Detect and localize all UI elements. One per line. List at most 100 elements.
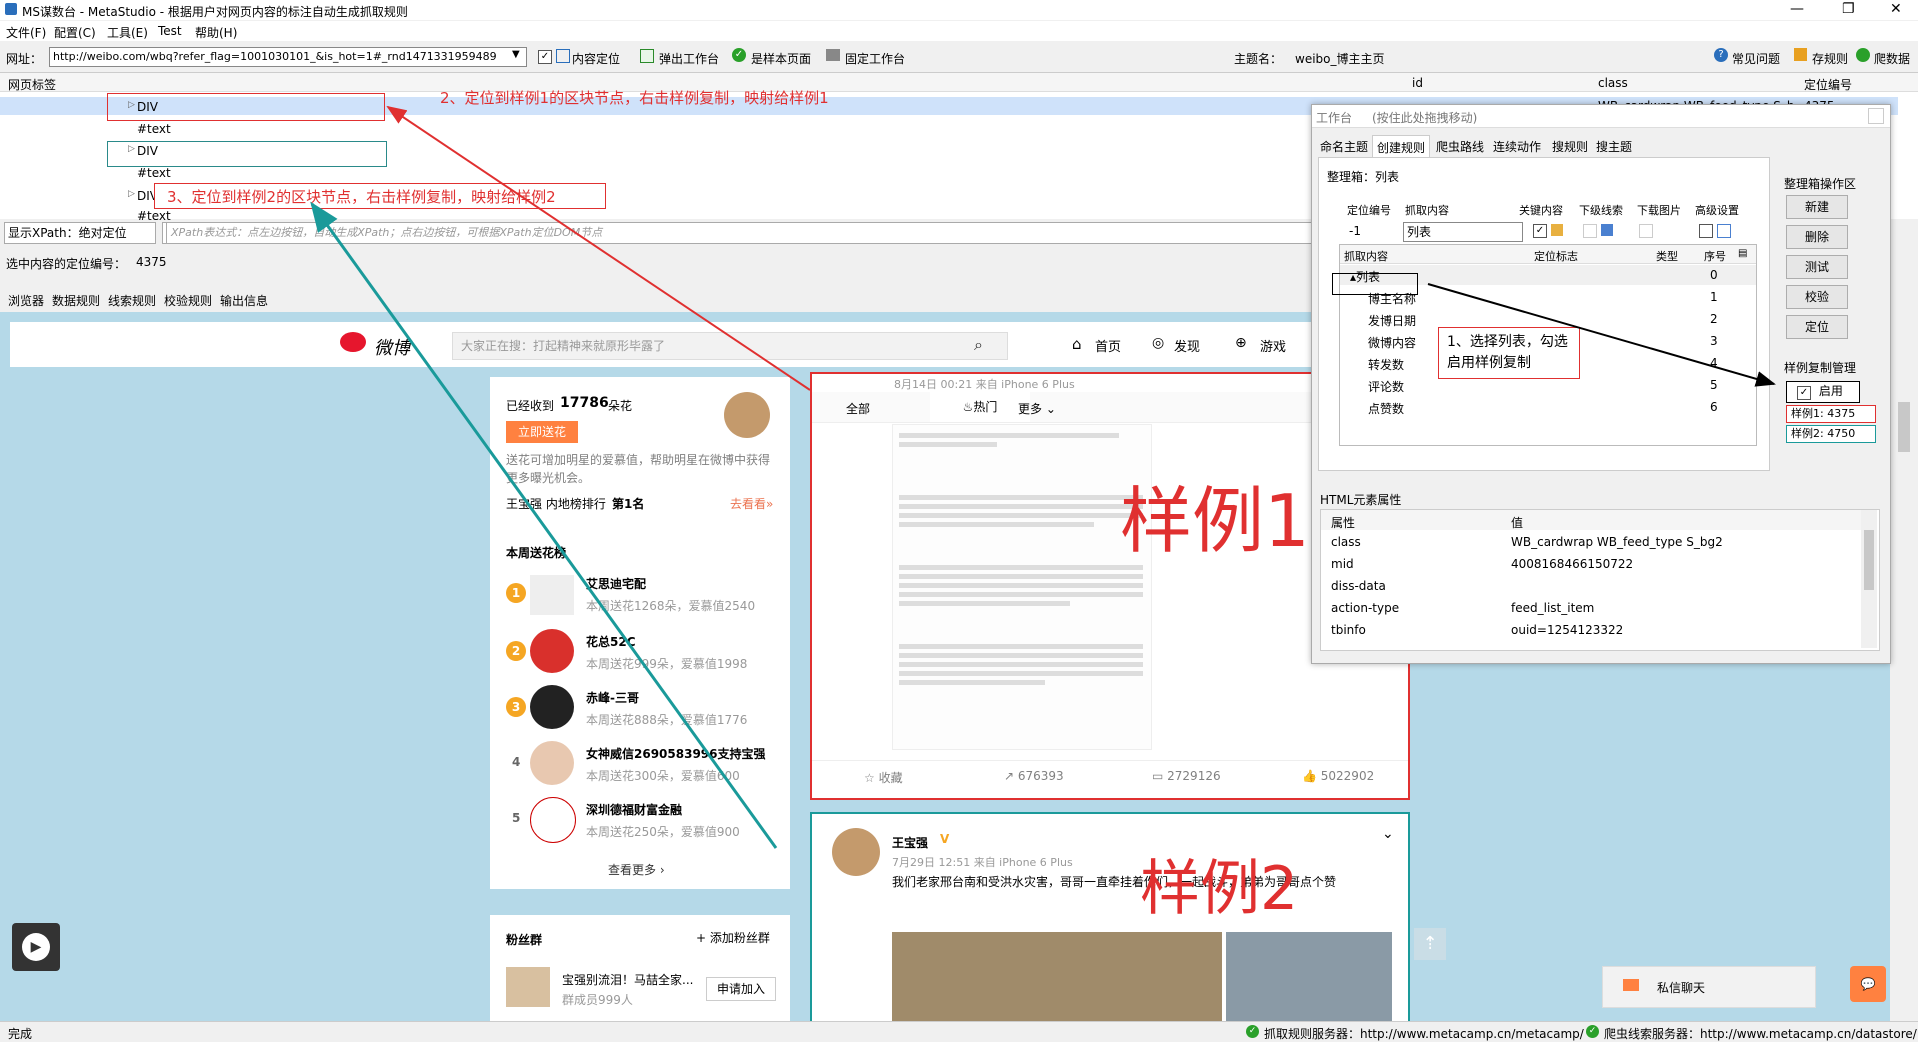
verify-button[interactable]: 校验	[1786, 285, 1848, 309]
url-input[interactable]: http://weibo.com/wbq?refer_flag=10010301…	[49, 47, 527, 67]
faq-button[interactable]: 常见问题	[1732, 50, 1780, 67]
sub-clue-icon[interactable]	[1601, 224, 1613, 236]
sample2-field[interactable]: 样例2: 4750	[1786, 425, 1876, 443]
tab-hot[interactable]: ♨热门	[930, 392, 1030, 422]
enable-checkbox[interactable]: ✓	[1797, 386, 1811, 400]
table-row[interactable]: class WB_cardwrap WB_feed_type S_bg2	[1321, 532, 1861, 552]
workbench-title-bar[interactable]: 工作台 (按住此处拖拽移动)	[1312, 105, 1890, 128]
crawl-data-button[interactable]: 爬数据	[1874, 50, 1910, 67]
chevron-down-icon[interactable]: ⌄	[1382, 826, 1394, 842]
test-button[interactable]: 测试	[1786, 255, 1848, 279]
nav-game[interactable]: 游戏	[1260, 336, 1286, 355]
table-menu-icon[interactable]: ▤	[1738, 248, 1747, 259]
giver-name[interactable]: 赤峰-三哥	[586, 689, 639, 706]
tab-output[interactable]: 输出信息	[216, 292, 272, 309]
enable-sample-copy[interactable]: ✓ 启用	[1786, 381, 1860, 403]
chat-icon[interactable]: 💬	[1850, 966, 1886, 1002]
sample1-field[interactable]: 样例1: 4375	[1786, 405, 1876, 423]
new-button[interactable]: 新建	[1786, 195, 1848, 219]
tab-search-rule[interactable]: 搜规则	[1548, 138, 1592, 155]
sample-page-button[interactable]: 是样本页面	[751, 50, 811, 67]
list-item[interactable]: 3 赤峰-三哥 本周送花888朵，爱慕值1776	[490, 679, 790, 735]
collect-button[interactable]: ☆ 收藏	[864, 769, 903, 786]
tab-more[interactable]: 更多 ⌄	[1018, 400, 1056, 417]
dom-node[interactable]: #text	[137, 122, 171, 136]
comment-button[interactable]: ▭ 2729126	[1152, 769, 1221, 783]
table-row[interactable]: mid 4008168466150722	[1321, 554, 1861, 574]
feed-photo-1[interactable]	[892, 932, 1222, 1032]
author-name[interactable]: 王宝强	[892, 834, 928, 851]
list-item[interactable]: 1 艾思迪宅配 本周送花1268朵，爱慕值2540	[490, 567, 790, 623]
menu-config[interactable]: 配置(C)	[54, 24, 96, 41]
look-link[interactable]: 去看看»	[730, 495, 773, 512]
tab-crawl-route[interactable]: 爬虫路线	[1432, 138, 1488, 155]
nav-home[interactable]: 首页	[1095, 336, 1121, 355]
key-content-checkbox[interactable]: ✓	[1533, 224, 1547, 238]
dom-col-class[interactable]: class	[1598, 76, 1628, 90]
menu-test[interactable]: Test	[158, 24, 182, 38]
tab-data-rules[interactable]: 数据规则	[48, 292, 104, 309]
back-to-top-icon[interactable]: ⇡	[1414, 928, 1446, 960]
author-avatar[interactable]	[832, 828, 880, 876]
expand-icon[interactable]: ▷	[128, 189, 135, 199]
table-row[interactable]: 发博日期 2	[1340, 309, 1756, 329]
save-rule-button[interactable]: 存规则	[1812, 50, 1848, 67]
like-button[interactable]: 👍 5022902	[1302, 769, 1374, 783]
list-item[interactable]: 5 深圳德福财富金融 本周送花250朵，爱慕值900	[490, 791, 790, 847]
giver-name[interactable]: 女神威信2690583996支持宝强	[586, 745, 766, 762]
nav-discover[interactable]: 发现	[1174, 336, 1200, 355]
giver-name[interactable]: 花总52C	[586, 633, 636, 650]
private-message-bar[interactable]: 私信聊天	[1602, 966, 1816, 1008]
tab-create-rule[interactable]: 创建规则	[1372, 135, 1431, 159]
weibo-search-input[interactable]: 大家正在搜：打起精神来就原形毕露了	[452, 332, 1008, 360]
video-play-button[interactable]: ▶	[12, 923, 60, 971]
capture-input[interactable]: 列表	[1403, 222, 1523, 242]
page-scrollbar[interactable]	[1892, 312, 1918, 1022]
apply-join-button[interactable]: 申请加入	[706, 977, 776, 1001]
tab-check-rules[interactable]: 校验规则	[160, 292, 216, 309]
weibo-logo[interactable]: 微博	[374, 334, 410, 360]
tab-continuous-action[interactable]: 连续动作	[1489, 138, 1545, 155]
search-icon[interactable]: ⌕	[974, 335, 983, 355]
dom-col-tag[interactable]: 网页标签	[8, 76, 56, 93]
table-row[interactable]: diss-data	[1321, 576, 1861, 596]
tab-name-theme[interactable]: 命名主题	[1316, 138, 1372, 155]
menu-tools[interactable]: 工具(E)	[107, 24, 148, 41]
tab-browser[interactable]: 浏览器	[4, 292, 48, 309]
attr-scrollbar[interactable]	[1861, 510, 1877, 648]
tab-all[interactable]: 全部	[846, 400, 870, 417]
minimize-button[interactable]: —	[1790, 1, 1804, 17]
tab-clue-rules[interactable]: 线索规则	[104, 292, 160, 309]
delete-button[interactable]: 删除	[1786, 225, 1848, 249]
table-row[interactable]: tbinfo ouid=1254123322	[1321, 620, 1861, 640]
locate-button[interactable]: 定位	[1786, 315, 1848, 339]
send-flower-button[interactable]: 立即送花	[506, 421, 578, 443]
feed-image[interactable]	[892, 424, 1152, 750]
group-name[interactable]: 宝强别流泪！马喆全家...	[562, 971, 693, 988]
workbench-close-icon[interactable]	[1868, 108, 1884, 124]
tab-search-theme[interactable]: 搜主题	[1592, 138, 1636, 155]
xpath-mode-select[interactable]: 显示XPath：绝对定位	[4, 222, 156, 244]
menu-help[interactable]: 帮助(H)	[195, 24, 237, 41]
table-row[interactable]: 点赞数 6	[1340, 397, 1756, 417]
sub-clue-checkbox[interactable]	[1583, 224, 1597, 238]
giver-name[interactable]: 深圳德福财富金融	[586, 801, 682, 818]
fixed-workbench-button[interactable]: 固定工作台	[845, 50, 905, 67]
add-fans-button[interactable]: + 添加粉丝群	[696, 929, 770, 946]
dom-col-locate-no[interactable]: 定位编号	[1804, 76, 1852, 93]
url-dropdown-icon[interactable]: ▼	[512, 49, 520, 60]
maximize-button[interactable]: ❐	[1842, 1, 1855, 17]
repost-button[interactable]: ↗ 676393	[1004, 769, 1064, 783]
list-item[interactable]: 2 花总52C 本周送花999朵，爱慕值1998	[490, 623, 790, 679]
list-item[interactable]: 4 女神威信2690583996支持宝强 本周送花300朵，爱慕值600	[490, 735, 790, 791]
dom-col-id[interactable]: id	[1412, 76, 1423, 90]
menu-file[interactable]: 文件(F)	[6, 24, 46, 41]
popup-workbench-button[interactable]: 弹出工作台	[659, 50, 719, 67]
table-row[interactable]: action-type feed_list_item	[1321, 598, 1861, 618]
key-content-icon[interactable]	[1551, 224, 1563, 236]
feed-photo-2[interactable]	[1226, 932, 1392, 1032]
download-image-checkbox[interactable]	[1639, 224, 1653, 238]
advanced-checkbox[interactable]	[1699, 224, 1713, 238]
see-more-link[interactable]: 查看更多 ›	[608, 861, 665, 878]
advanced-icon[interactable]	[1717, 224, 1731, 238]
